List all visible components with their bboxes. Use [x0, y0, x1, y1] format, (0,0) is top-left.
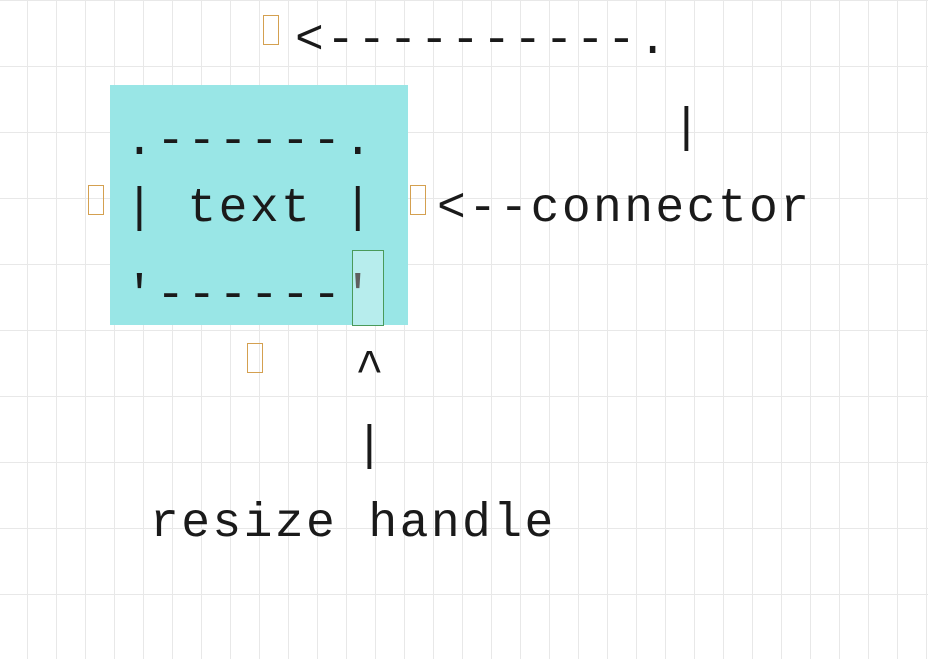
- connector-indicator-bottom[interactable]: [247, 343, 263, 373]
- connector-indicator-top[interactable]: [263, 15, 279, 45]
- top-arrow-line: <----------.: [295, 17, 669, 65]
- top-right-vertical: |: [672, 105, 703, 153]
- vertical-bar: |: [355, 423, 386, 471]
- box-bottom-border: '------': [125, 272, 375, 320]
- box-middle-text: | text |: [125, 185, 375, 233]
- resize-handle[interactable]: [352, 250, 384, 326]
- connector-indicator-right[interactable]: [410, 185, 426, 215]
- caret-icon: ^: [355, 347, 386, 395]
- resize-handle-label: resize handle: [150, 500, 556, 548]
- diagram-canvas[interactable]: .------. | text | '------' <----------. …: [0, 0, 928, 659]
- connector-indicator-left[interactable]: [88, 185, 104, 215]
- box-top-border: .------.: [125, 118, 375, 166]
- connector-label: <--connector: [437, 185, 811, 233]
